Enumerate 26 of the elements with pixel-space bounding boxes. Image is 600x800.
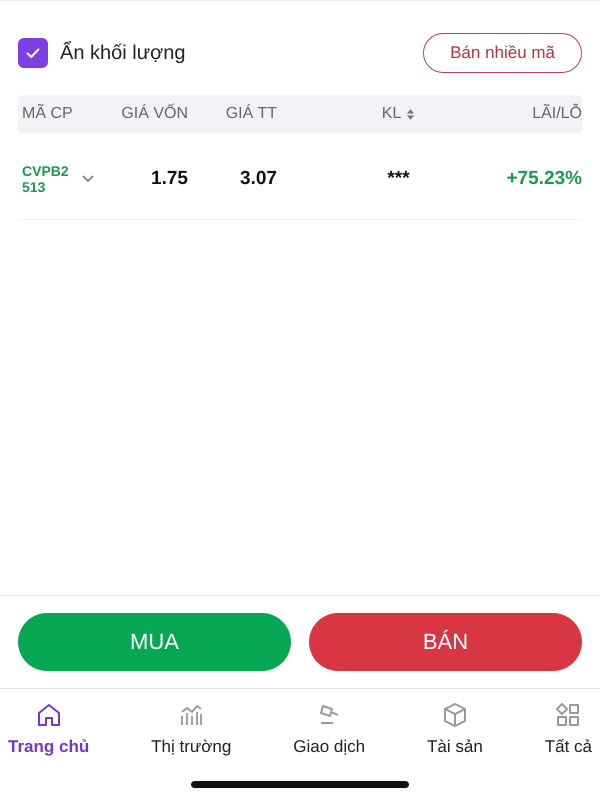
column-header: GIÁ VỐN [120,105,188,123]
column-header: GIÁ TT [224,105,277,123]
nav-tab[interactable]: Tất cả [544,701,592,781]
nav-label[interactable]: Tài sản [427,737,483,757]
sell-multiple-button[interactable]: Bán nhiều mã [423,33,582,73]
checkbox-label[interactable]: Ẩn khối lượng [60,42,186,64]
sort-icon[interactable] [406,108,416,120]
table-cell: *** [387,168,410,190]
nav-label[interactable]: Thị trường [151,737,232,757]
checkbox[interactable] [18,38,48,68]
column-header: MÃ CP [21,105,74,123]
nav-label[interactable]: Tất cả [544,737,592,757]
nav-tab[interactable]: Trang chủ [8,701,90,781]
column-header: LÃI/LỖ [531,105,582,123]
sell-button[interactable]: BÁN [309,613,582,671]
table-cell: +75.23% [506,168,582,190]
nav-label[interactable]: Trang chủ [8,737,90,757]
nav-tab[interactable]: Thị trường [151,701,232,781]
chevron-icon[interactable] [82,175,94,183]
table-cell: 1.75 [151,168,188,190]
column-header[interactable]: KL [277,105,520,123]
stock-code[interactable]: CVPB2513 [22,162,74,196]
nav-label[interactable]: Giao dịch [293,737,366,757]
nav-tab[interactable]: Giao dịch [293,701,366,781]
table-cell: 3.07 [240,168,277,190]
nav-tab[interactable]: Tài sản [427,701,483,781]
